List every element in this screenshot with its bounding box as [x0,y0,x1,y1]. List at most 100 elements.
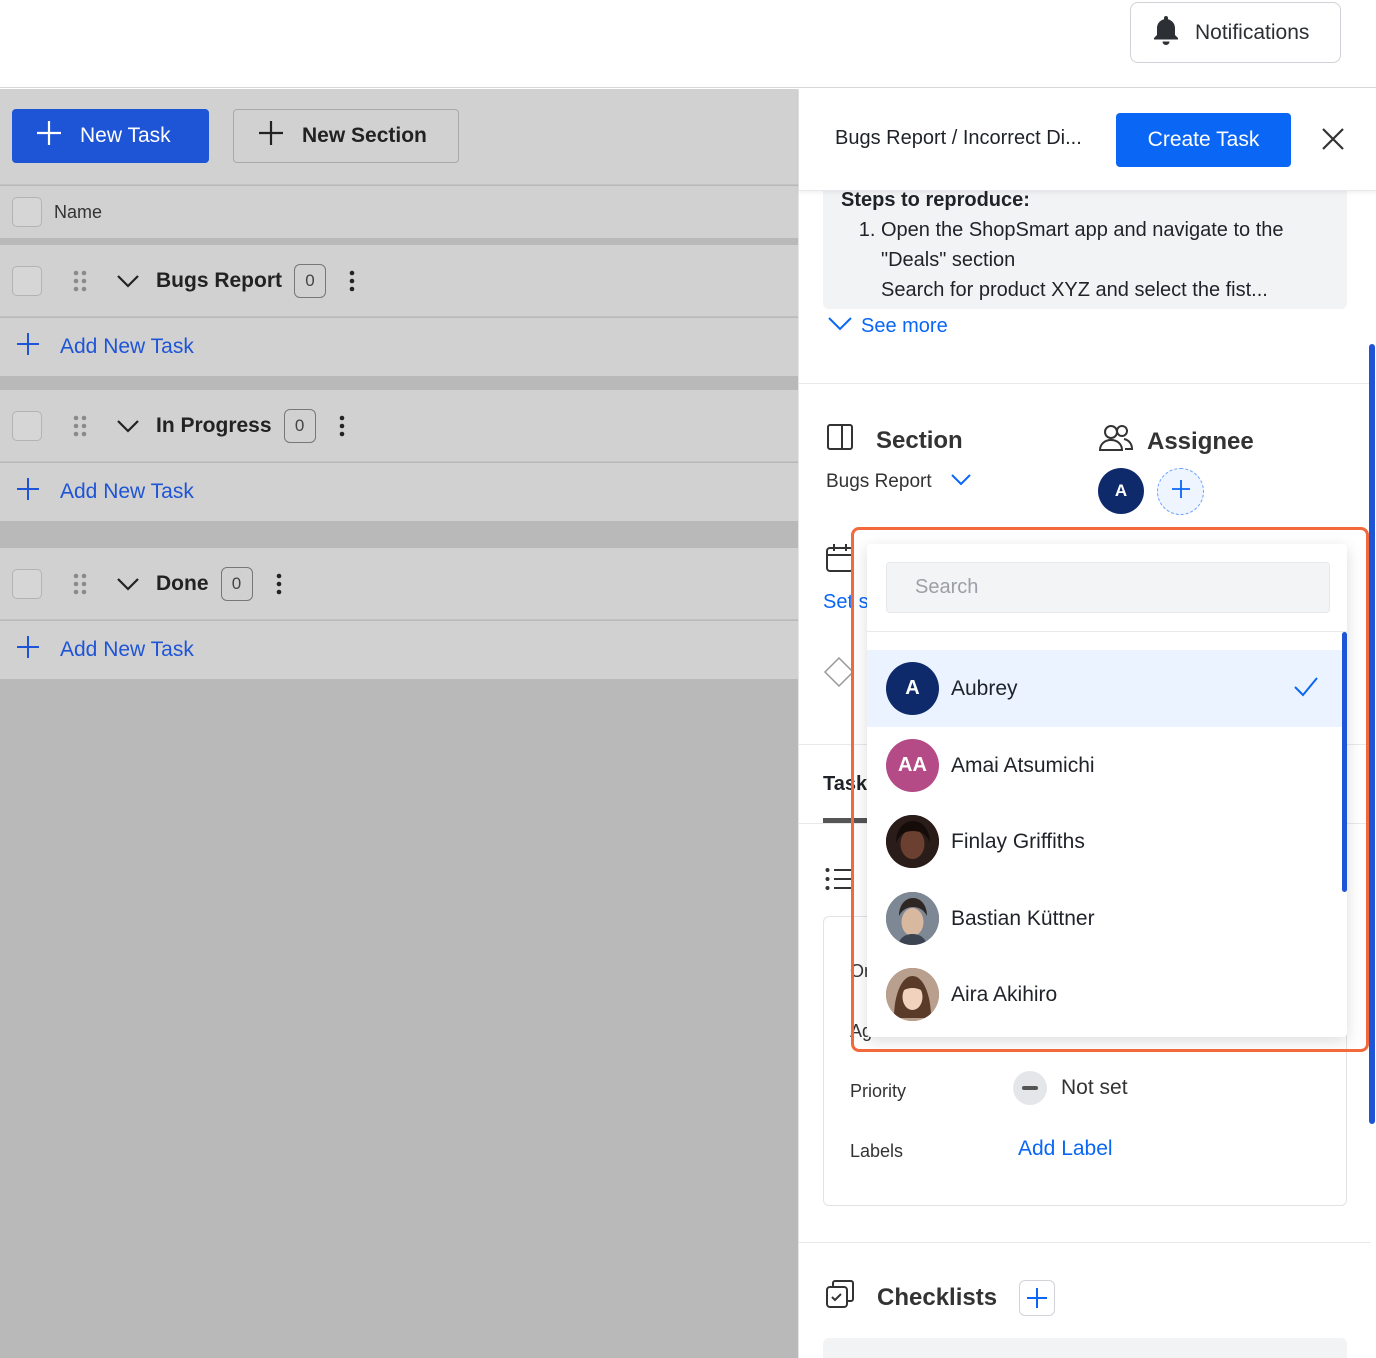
chevron-down-icon[interactable] [110,274,146,288]
section-checkbox[interactable] [12,265,42,296]
avatar [886,892,939,945]
section-field-label: Section [826,423,963,458]
steps-list: Open the ShopSmart app and navigate to t… [841,215,1329,305]
avatar: A [886,662,939,715]
calendar-icon [825,543,855,578]
avatar [886,815,939,868]
section-count-badge: 0 [283,408,316,443]
assignee-option[interactable]: Finlay Griffiths [867,803,1343,880]
assignee-option[interactable]: Bastian Küttner [867,880,1343,957]
plus-icon [16,477,40,507]
section-checkbox[interactable] [12,568,42,599]
section-title: Done [156,571,209,595]
new-task-button[interactable]: New Task [12,109,209,163]
assignee-name: Finlay Griffiths [951,829,1085,853]
select-all-checkbox[interactable] [12,197,42,227]
see-more-label: See more [861,315,948,337]
section-count-badge: 0 [294,263,326,298]
chevron-down-icon[interactable] [110,577,146,591]
more-options-icon[interactable] [346,270,358,292]
checklist-icon [825,1279,855,1316]
checklist-area [823,1338,1347,1358]
notifications-label: Notifications [1195,20,1310,44]
assignee-name: Amai Atsumichi [951,753,1095,777]
priority-select[interactable]: Not set [1013,1071,1128,1105]
set-date-link[interactable]: Set s [823,591,869,614]
add-new-task-label: Add New Task [60,638,194,661]
section-row-bugs-report: Bugs Report 0 [0,245,798,317]
see-more-link[interactable]: See more [827,315,948,338]
divider [799,383,1371,384]
avatar [886,968,939,1021]
labels-label: Labels [850,1141,904,1161]
assignee-name: Aira Akihiro [951,982,1058,1006]
divider [799,1242,1371,1243]
assignee-dropdown: Search A Aubrey AA Amai Atsumichi Finlay… [867,544,1347,1037]
assignee-option[interactable]: Aira Akihiro [867,956,1343,1033]
checklists-label: Checklists [877,1283,998,1311]
add-new-task-row[interactable]: Add New Task [0,621,798,679]
checklists-header: Checklists [825,1279,1056,1316]
assignee-option[interactable]: AA Amai Atsumichi [867,727,1343,804]
create-task-button[interactable]: Create Task [1116,113,1291,167]
task-list-pane: New Task New Section Name Bugs Report 0 … [0,89,798,1358]
assignee-option[interactable]: A Aubrey [867,650,1343,727]
section-select[interactable]: Bugs Report [826,471,972,493]
add-new-task-row[interactable]: Add New Task [0,318,798,376]
step-item: Search for product XYZ and select the fi… [881,275,1329,305]
description-box[interactable]: Steps to reproduce: Open the ShopSmart a… [823,181,1347,309]
new-section-button[interactable]: New Section [233,109,459,163]
step-item: Open the ShopSmart app and navigate to t… [881,215,1329,275]
assignee-avatar[interactable]: A [1098,468,1144,514]
chevron-down-icon [950,471,972,493]
section-checkbox[interactable] [12,410,42,441]
drag-handle-icon[interactable] [60,572,100,596]
checkmark-icon [1293,676,1319,704]
list-header-row: Name [0,186,798,238]
add-new-task-row[interactable]: Add New Task [0,463,798,521]
list-toolbar: New Task New Section [0,89,798,185]
section-value: Bugs Report [826,471,932,492]
new-section-label: New Section [302,124,427,147]
plus-icon [1171,479,1191,504]
close-icon[interactable] [1321,127,1345,151]
name-column-header: Name [54,201,103,222]
chevron-down-icon [827,315,853,338]
add-assignee-button[interactable] [1157,468,1204,515]
section-row-in-progress: In Progress 0 [0,390,798,462]
drag-handle-icon[interactable] [60,414,100,438]
add-new-task-label: Add New Task [60,480,194,503]
section-icon [826,423,854,458]
minus-icon [1013,1071,1047,1105]
add-new-task-label: Add New Task [60,335,194,358]
tag-icon [823,656,855,693]
more-options-icon[interactable] [336,415,348,437]
section-label-text: Section [876,426,963,454]
notifications-button[interactable]: Notifications [1130,2,1341,63]
breadcrumb[interactable]: Bugs Report / Incorrect Di... [835,127,1113,150]
add-checklist-button[interactable] [1019,1279,1056,1316]
assignee-name: Bastian Küttner [951,906,1095,930]
list-icon [825,867,853,896]
assignee-name: Aubrey [951,676,1018,700]
drag-handle-icon[interactable] [60,269,100,293]
section-title: In Progress [156,413,272,437]
bell-icon [1151,14,1181,52]
section-count-badge: 0 [220,566,253,601]
panel-header: Bugs Report / Incorrect Di... Create Tas… [799,89,1376,191]
new-task-label: New Task [80,124,171,147]
priority-label: Priority [850,1081,907,1101]
tab-task-details[interactable]: Task [823,773,867,796]
assignee-label-text: Assignee [1147,427,1254,455]
more-options-icon[interactable] [273,573,285,595]
dropdown-scrollbar[interactable] [1342,632,1347,892]
top-bar: Notifications [0,0,1376,88]
chevron-down-icon[interactable] [110,419,146,433]
avatar: AA [886,739,939,792]
priority-value: Not set [1061,1076,1128,1099]
divider [867,631,1347,632]
add-label-link[interactable]: Add Label [1018,1137,1113,1161]
search-input[interactable]: Search [886,562,1330,613]
section-row-done: Done 0 [0,548,798,620]
panel-scrollbar[interactable] [1369,344,1375,1124]
